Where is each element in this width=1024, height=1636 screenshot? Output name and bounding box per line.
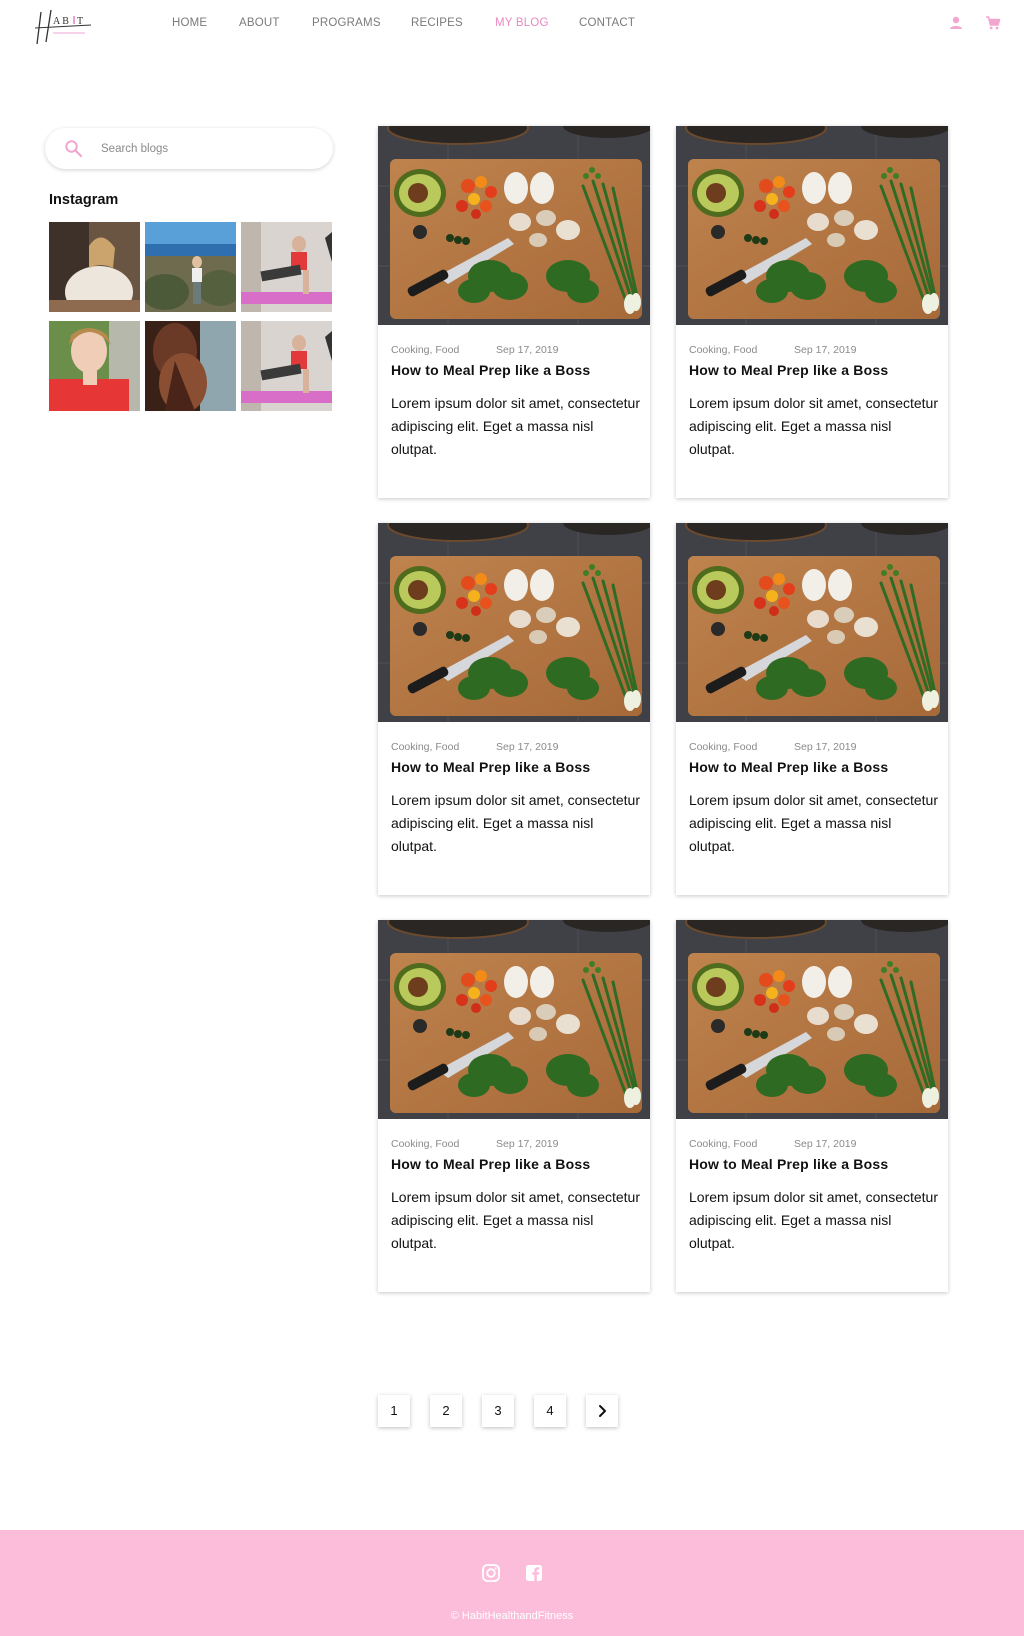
blog-card-image[interactable] [676,523,948,722]
blog-card[interactable]: Cooking, Food Sep 17, 2019 How to Meal P… [676,920,948,1292]
blog-card-excerpt: Lorem ipsum dolor sit amet, consectetur … [391,1189,640,1251]
blog-card-date: Sep 17, 2019 [794,344,857,356]
page-button-1[interactable]: 1 [378,1395,410,1427]
blog-card-date: Sep 17, 2019 [496,344,559,356]
search-icon[interactable] [64,139,83,158]
blog-card-excerpt: Lorem ipsum dolor sit amet, consectetur … [689,1189,938,1251]
user-icon[interactable] [948,15,964,31]
blog-card-meta: Cooking, Food Sep 17, 2019 [391,741,558,753]
page-button-2[interactable]: 2 [430,1395,462,1427]
blog-card-image[interactable] [676,920,948,1119]
blog-card-title[interactable]: How to Meal Prep like a Boss [391,362,590,378]
instagram-photo[interactable] [241,222,332,312]
blog-card-date: Sep 17, 2019 [794,1138,857,1150]
blog-card-excerpt: Lorem ipsum dolor sit amet, consectetur … [689,792,938,854]
blog-card-title[interactable]: How to Meal Prep like a Boss [689,759,888,775]
cart-icon[interactable] [985,15,1001,31]
page-button-3[interactable]: 3 [482,1395,514,1427]
facebook-icon[interactable] [524,1563,544,1583]
blog-card-meta: Cooking, Food Sep 17, 2019 [689,1138,856,1150]
main-nav: HOME ABOUT PROGRAMS RECIPES MY BLOG CONT… [0,17,1024,31]
blog-card[interactable]: Cooking, Food Sep 17, 2019 How to Meal P… [676,523,948,895]
blog-card-date: Sep 17, 2019 [794,741,857,753]
blog-card-excerpt: Lorem ipsum dolor sit amet, consectetur … [391,395,640,457]
blog-card[interactable]: Cooking, Food Sep 17, 2019 How to Meal P… [676,126,948,498]
blog-card-title[interactable]: How to Meal Prep like a Boss [391,1156,590,1172]
instagram-photo[interactable] [145,321,236,411]
blog-card-categories[interactable]: Cooking, Food [689,1138,757,1150]
blog-card-date: Sep 17, 2019 [496,741,559,753]
copyright-text: © HabitHealthandFitness [450,1610,574,1622]
search-input[interactable] [101,139,311,158]
nav-recipes[interactable]: RECIPES [411,17,463,29]
blog-card-categories[interactable]: Cooking, Food [391,741,459,753]
blog-card-excerpt: Lorem ipsum dolor sit amet, consectetur … [391,792,640,854]
instagram-icon[interactable] [481,1563,501,1583]
blog-card-image[interactable] [676,126,948,325]
nav-contact[interactable]: CONTACT [579,17,635,29]
instagram-photo[interactable] [241,321,332,411]
blog-card-meta: Cooking, Food Sep 17, 2019 [689,741,856,753]
nav-my-blog[interactable]: MY BLOG [495,17,549,29]
site-footer: © HabitHealthandFitness [0,1530,1024,1636]
blog-card[interactable]: Cooking, Food Sep 17, 2019 How to Meal P… [378,126,650,498]
nav-about[interactable]: ABOUT [239,17,280,29]
nav-home[interactable]: HOME [172,17,207,29]
blog-card-image[interactable] [378,523,650,722]
blog-card-categories[interactable]: Cooking, Food [689,344,757,356]
blog-card[interactable]: Cooking, Food Sep 17, 2019 How to Meal P… [378,523,650,895]
instagram-heading: Instagram [49,192,119,208]
blog-card-date: Sep 17, 2019 [496,1138,559,1150]
nav-programs[interactable]: PROGRAMS [312,17,381,29]
search-bar [45,128,333,169]
next-page-button[interactable] [586,1395,618,1427]
blog-card-categories[interactable]: Cooking, Food [391,1138,459,1150]
chevron-right-icon [599,1405,606,1417]
instagram-photo[interactable] [49,321,140,411]
instagram-photo[interactable] [145,222,236,312]
blog-card-categories[interactable]: Cooking, Food [391,344,459,356]
site-header: AB T HOME ABOUT PROGRAMS RECIPES MY BLOG… [0,0,1024,48]
blog-card-meta: Cooking, Food Sep 17, 2019 [391,344,558,356]
blog-card-title[interactable]: How to Meal Prep like a Boss [391,759,590,775]
blog-card-categories[interactable]: Cooking, Food [689,741,757,753]
blog-card[interactable]: Cooking, Food Sep 17, 2019 How to Meal P… [378,920,650,1292]
blog-card-image[interactable] [378,126,650,325]
blog-card-title[interactable]: How to Meal Prep like a Boss [689,362,888,378]
blog-card-excerpt: Lorem ipsum dolor sit amet, consectetur … [689,395,938,457]
blog-card-title[interactable]: How to Meal Prep like a Boss [689,1156,888,1172]
blog-card-image[interactable] [378,920,650,1119]
instagram-photo[interactable] [49,222,140,312]
blog-card-meta: Cooking, Food Sep 17, 2019 [689,344,856,356]
page-button-4[interactable]: 4 [534,1395,566,1427]
blog-card-meta: Cooking, Food Sep 17, 2019 [391,1138,558,1150]
